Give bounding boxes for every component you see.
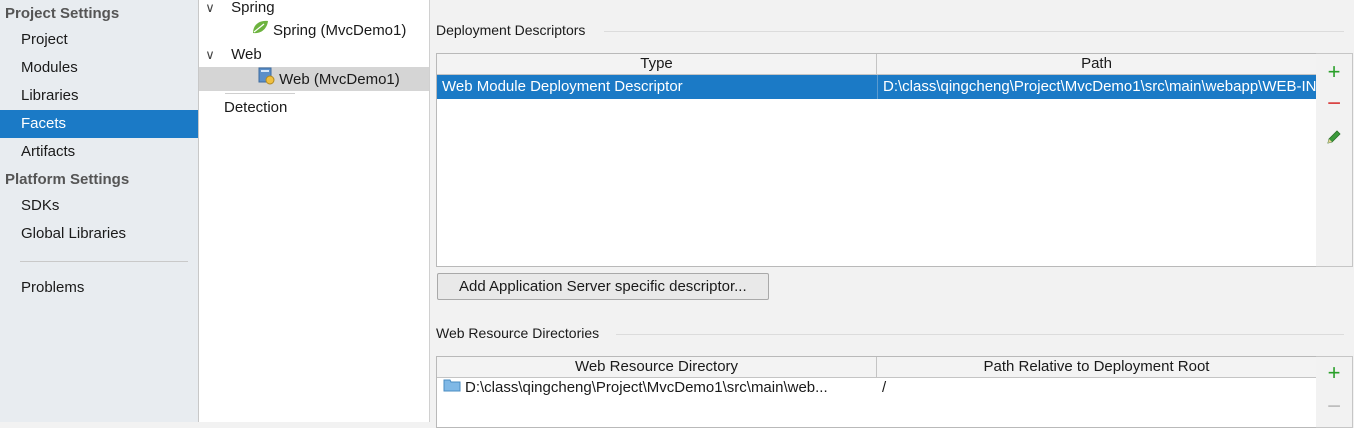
relative-path-cell: /: [882, 379, 887, 396]
nav-item-artifacts[interactable]: Artifacts: [0, 138, 198, 166]
column-header-path-relative[interactable]: Path Relative to Deployment Root: [877, 357, 1316, 378]
nav-item-global-libraries[interactable]: Global Libraries: [0, 220, 198, 248]
tree-item-spring-facet[interactable]: Spring (MvcDemo1): [251, 19, 406, 43]
descriptor-type-cell: Web Module Deployment Descriptor: [442, 78, 683, 95]
tree-item-label: Spring (MvcDemo1): [273, 22, 407, 39]
platform-settings-header: Platform Settings: [5, 171, 130, 188]
nav-item-modules[interactable]: Modules: [0, 54, 198, 82]
chevron-down-icon[interactable]: ∨: [203, 43, 217, 67]
table-row[interactable]: D:\class\qingcheng\Project\MvcDemo1\src\…: [437, 376, 1316, 400]
section-divider: [604, 31, 1344, 32]
nav-item-problems[interactable]: Problems: [0, 274, 198, 302]
web-resource-directories-table[interactable]: Web Resource Directory Path Relative to …: [436, 356, 1317, 428]
section-divider: [616, 334, 1344, 335]
tree-item-label: Spring: [231, 0, 275, 16]
tree-item-label: Web: [231, 46, 262, 63]
resource-dir-path: D:\class\qingcheng\Project\MvcDemo1\src\…: [465, 379, 828, 396]
add-icon[interactable]: +: [1324, 362, 1344, 384]
tree-divider: [225, 93, 295, 94]
table-row[interactable]: Web Module Deployment Descriptor D:\clas…: [437, 75, 1316, 99]
resources-toolbar: + −: [1316, 356, 1353, 428]
project-settings-header: Project Settings: [5, 5, 120, 22]
chevron-down-icon[interactable]: ∨: [203, 0, 217, 20]
tree-item-web-group[interactable]: ∨ Web: [203, 43, 262, 67]
resource-dir-cell: D:\class\qingcheng\Project\MvcDemo1\src\…: [437, 376, 876, 400]
nav-item-facets[interactable]: Facets: [0, 110, 198, 138]
web-resource-directories-label: Web Resource Directories: [436, 325, 600, 341]
deployment-descriptors-table[interactable]: Type Path Web Module Deployment Descript…: [436, 53, 1317, 267]
nav-item-project[interactable]: Project: [0, 26, 198, 54]
add-icon[interactable]: +: [1324, 61, 1344, 83]
edit-pencil-icon[interactable]: [1324, 128, 1344, 148]
remove-icon[interactable]: −: [1324, 395, 1344, 419]
nav-divider: [20, 261, 188, 262]
folder-icon: [443, 376, 461, 400]
spring-leaf-icon: [251, 19, 269, 43]
web-module-icon: [257, 67, 275, 93]
settings-nav: Project Settings Project Modules Librari…: [0, 0, 199, 422]
column-header-path[interactable]: Path: [877, 54, 1316, 75]
remove-icon[interactable]: −: [1324, 92, 1344, 116]
facets-tree: ∨ Spring Spring (MvcDemo1) ∨ Web Web (Mv…: [199, 0, 430, 422]
deployment-toolbar: + −: [1316, 53, 1353, 267]
tree-item-label: Web (MvcDemo1): [279, 70, 400, 88]
column-header-web-resource-directory[interactable]: Web Resource Directory: [437, 357, 877, 378]
web-facet-panel: Deployment Descriptors Type Path Web Mod…: [430, 0, 1354, 428]
tree-item-web-facet[interactable]: Web (MvcDemo1): [199, 67, 429, 91]
add-server-descriptor-button[interactable]: Add Application Server specific descript…: [437, 273, 769, 300]
column-header-type[interactable]: Type: [437, 54, 877, 75]
descriptor-path-cell: D:\class\qingcheng\Project\MvcDemo1\src\…: [877, 75, 1316, 99]
nav-item-sdks[interactable]: SDKs: [0, 192, 198, 220]
nav-item-libraries[interactable]: Libraries: [0, 82, 198, 110]
tree-item-detection[interactable]: Detection: [224, 96, 287, 120]
deployment-descriptors-label: Deployment Descriptors: [436, 22, 586, 38]
tree-item-spring-group[interactable]: ∨ Spring: [203, 0, 275, 20]
